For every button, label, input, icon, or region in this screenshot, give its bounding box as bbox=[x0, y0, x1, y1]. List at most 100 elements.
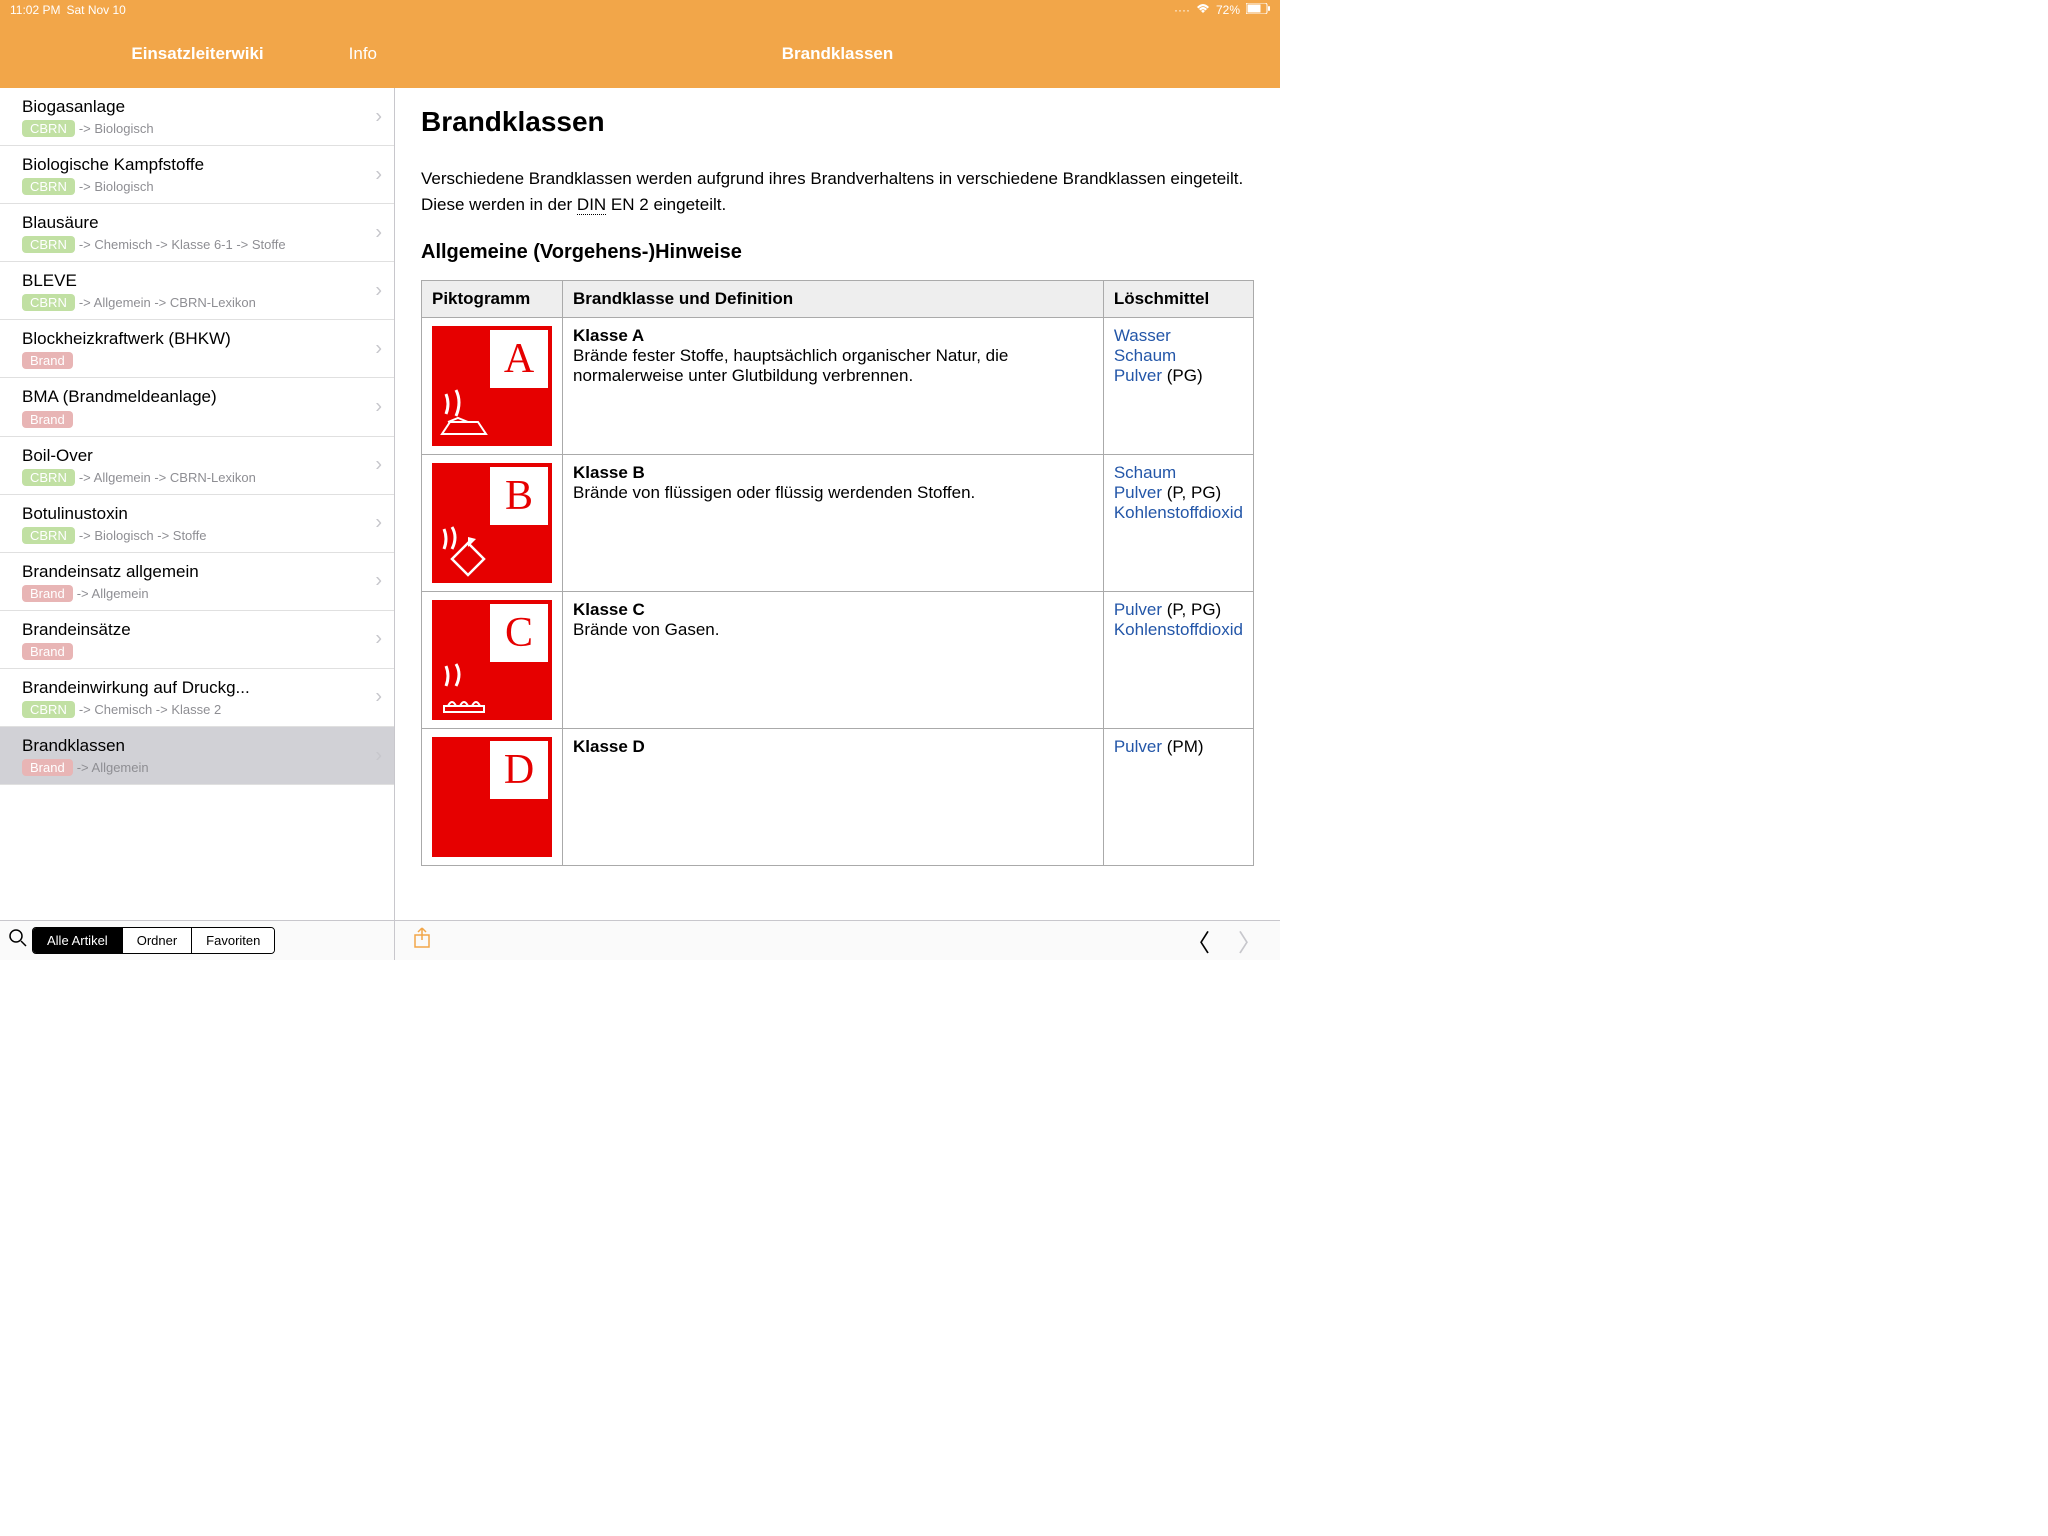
list-item-title: Botulinustoxin bbox=[22, 503, 364, 525]
loeschmittel-cell: Pulver (PM) bbox=[1103, 729, 1253, 866]
loeschmittel-link[interactable]: Kohlenstoffdioxid bbox=[1114, 503, 1243, 522]
list-item[interactable]: Biogasanlage CBRN -> Biologisch › bbox=[0, 88, 394, 146]
list-item-title: Brandeinsätze bbox=[22, 619, 364, 641]
loeschmittel-link[interactable]: Kohlenstoffdioxid bbox=[1114, 620, 1243, 639]
header: Einsatzleiterwiki Info Brandklassen bbox=[0, 20, 1280, 88]
loeschmittel-link[interactable]: Pulver bbox=[1114, 483, 1162, 502]
loeschmittel-cell: WasserSchaumPulver (PG) bbox=[1103, 318, 1253, 455]
list-item[interactable]: BMA (Brandmeldeanlage) Brand › bbox=[0, 378, 394, 436]
piktogramm-cell: B bbox=[422, 455, 563, 592]
share-icon[interactable] bbox=[413, 927, 431, 955]
chevron-right-icon: › bbox=[375, 396, 382, 419]
list-item[interactable]: Botulinustoxin CBRN -> Biologisch -> Sto… bbox=[0, 495, 394, 553]
chevron-right-icon: › bbox=[375, 512, 382, 535]
tag-badge: CBRN bbox=[22, 527, 75, 544]
tag-badge: CBRN bbox=[22, 294, 75, 311]
fire-class-piktogramm-a: A bbox=[432, 326, 552, 446]
table-header: Piktogramm bbox=[422, 281, 563, 318]
list-item[interactable]: Brandeinwirkung auf Druckg... CBRN -> Ch… bbox=[0, 669, 394, 727]
sidebar-title: Einsatzleiterwiki bbox=[131, 44, 263, 64]
definition-cell: Klasse BBrände von flüssigen oder flüssi… bbox=[563, 455, 1104, 592]
list-item-title: Biogasanlage bbox=[22, 96, 364, 118]
breadcrumb: -> Allgemein bbox=[77, 586, 149, 601]
loeschmittel-link[interactable]: Schaum bbox=[1114, 463, 1176, 482]
status-date: Sat Nov 10 bbox=[66, 3, 125, 17]
segment-ordner[interactable]: Ordner bbox=[123, 928, 192, 953]
page-title: Brandklassen bbox=[395, 20, 1280, 88]
list-item[interactable]: Blockheizkraftwerk (BHKW) Brand › bbox=[0, 320, 394, 378]
list-item[interactable]: Blausäure CBRN -> Chemisch -> Klasse 6-1… bbox=[0, 204, 394, 262]
piktogramm-cell: D bbox=[422, 729, 563, 866]
definition-cell: Klasse CBrände von Gasen. bbox=[563, 592, 1104, 729]
table-header: Brandklasse und Definition bbox=[563, 281, 1104, 318]
forward-button[interactable]: 〉 bbox=[1238, 923, 1262, 958]
breadcrumb: -> Chemisch -> Klasse 6-1 -> Stoffe bbox=[79, 237, 286, 252]
chevron-right-icon: › bbox=[375, 570, 382, 593]
chevron-right-icon: › bbox=[375, 628, 382, 651]
breadcrumb: -> Biologisch bbox=[79, 121, 154, 136]
chevron-right-icon: › bbox=[375, 279, 382, 302]
nav-arrows: 〈 〉 bbox=[1186, 923, 1262, 958]
tag-badge: CBRN bbox=[22, 701, 75, 718]
list-item[interactable]: Brandklassen Brand -> Allgemein › bbox=[0, 727, 394, 785]
loeschmittel-link[interactable]: Wasser bbox=[1114, 326, 1171, 345]
segmented-control[interactable]: Alle ArtikelOrdnerFavoriten bbox=[32, 927, 275, 954]
info-button[interactable]: Info bbox=[349, 44, 377, 64]
article-h1: Brandklassen bbox=[421, 106, 1254, 138]
back-button[interactable]: 〈 bbox=[1186, 923, 1210, 958]
list-item[interactable]: Biologische Kampfstoffe CBRN -> Biologis… bbox=[0, 146, 394, 204]
list-item[interactable]: Brandeinsatz allgemein Brand -> Allgemei… bbox=[0, 553, 394, 611]
list-item[interactable]: Brandeinsätze Brand › bbox=[0, 611, 394, 669]
chevron-right-icon: › bbox=[375, 454, 382, 477]
table-header: Löschmittel bbox=[1103, 281, 1253, 318]
battery-percent: 72% bbox=[1216, 3, 1240, 17]
fire-class-table: PiktogrammBrandklasse und DefinitionLösc… bbox=[421, 280, 1254, 866]
tag-badge: CBRN bbox=[22, 120, 75, 137]
search-icon[interactable] bbox=[8, 928, 28, 954]
loeschmittel-link[interactable]: Pulver bbox=[1114, 737, 1162, 756]
article-content[interactable]: Brandklassen Verschiedene Brandklassen w… bbox=[395, 88, 1280, 920]
breadcrumb: -> Allgemein bbox=[77, 760, 149, 775]
chevron-right-icon: › bbox=[375, 163, 382, 186]
breadcrumb: -> Biologisch -> Stoffe bbox=[79, 528, 207, 543]
list-item-title: Blockheizkraftwerk (BHKW) bbox=[22, 328, 364, 350]
breadcrumb: -> Allgemein -> CBRN-Lexikon bbox=[79, 295, 256, 310]
loeschmittel-link[interactable]: Pulver bbox=[1114, 366, 1162, 385]
tag-badge: Brand bbox=[22, 411, 73, 428]
list-item-title: BLEVE bbox=[22, 270, 364, 292]
article-h2: Allgemeine (Vorgehens-)Hinweise bbox=[421, 241, 1254, 264]
list-item[interactable]: BLEVE CBRN -> Allgemein -> CBRN-Lexikon … bbox=[0, 262, 394, 320]
tag-badge: CBRN bbox=[22, 236, 75, 253]
bottom-toolbar: Alle ArtikelOrdnerFavoriten 〈 〉 bbox=[0, 920, 1280, 960]
table-row: CKlasse CBrände von Gasen.Pulver (P, PG)… bbox=[422, 592, 1254, 729]
list-item-title: Blausäure bbox=[22, 212, 364, 234]
battery-icon bbox=[1246, 3, 1270, 17]
breadcrumb: -> Chemisch -> Klasse 2 bbox=[79, 702, 221, 717]
piktogramm-cell: A bbox=[422, 318, 563, 455]
breadcrumb: -> Allgemein -> CBRN-Lexikon bbox=[79, 470, 256, 485]
definition-cell: Klasse ABrände fester Stoffe, hauptsächl… bbox=[563, 318, 1104, 455]
breadcrumb: -> Biologisch bbox=[79, 179, 154, 194]
segment-alle-artikel[interactable]: Alle Artikel bbox=[33, 928, 123, 953]
sidebar[interactable]: Biogasanlage CBRN -> Biologisch ›Biologi… bbox=[0, 88, 395, 920]
status-time: 11:02 PM bbox=[10, 3, 60, 17]
tag-badge: Brand bbox=[22, 759, 73, 776]
tag-badge: CBRN bbox=[22, 469, 75, 486]
loeschmittel-link[interactable]: Pulver bbox=[1114, 600, 1162, 619]
chevron-right-icon: › bbox=[375, 744, 382, 767]
table-row: DKlasse DPulver (PM) bbox=[422, 729, 1254, 866]
list-item-title: BMA (Brandmeldeanlage) bbox=[22, 386, 364, 408]
list-item-title: Boil-Over bbox=[22, 445, 364, 467]
table-row: AKlasse ABrände fester Stoffe, hauptsäch… bbox=[422, 318, 1254, 455]
wifi-icon bbox=[1196, 3, 1210, 17]
chevron-right-icon: › bbox=[375, 221, 382, 244]
loeschmittel-link[interactable]: Schaum bbox=[1114, 346, 1176, 365]
table-row: BKlasse BBrände von flüssigen oder flüss… bbox=[422, 455, 1254, 592]
chevron-right-icon: › bbox=[375, 337, 382, 360]
chevron-right-icon: › bbox=[375, 686, 382, 709]
cellular-icon: ···· bbox=[1174, 3, 1190, 17]
segment-favoriten[interactable]: Favoriten bbox=[192, 928, 274, 953]
chevron-right-icon: › bbox=[375, 105, 382, 128]
piktogramm-cell: C bbox=[422, 592, 563, 729]
list-item[interactable]: Boil-Over CBRN -> Allgemein -> CBRN-Lexi… bbox=[0, 437, 394, 495]
